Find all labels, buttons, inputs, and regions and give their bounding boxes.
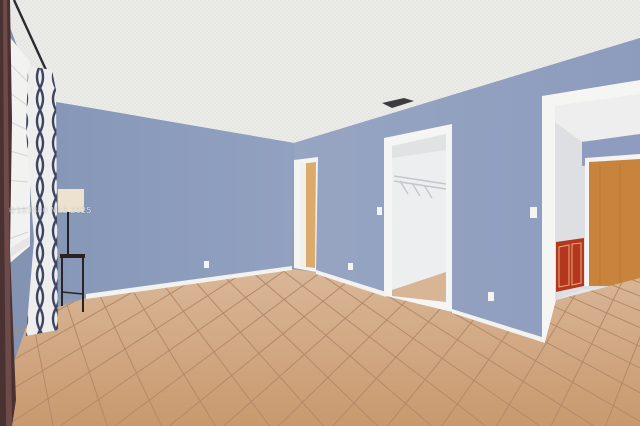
light-switch	[377, 207, 382, 215]
empty-room-photo: ©183840 MLS 2025	[0, 0, 640, 426]
closet-doorway	[384, 124, 452, 312]
photo-watermark: ©183840 MLS 2025	[8, 206, 92, 215]
room-illustration	[0, 0, 640, 426]
wooden-door	[585, 154, 640, 286]
hallway-doorway	[294, 157, 318, 272]
outlet	[488, 292, 494, 301]
outlet	[204, 261, 209, 268]
light-switch	[530, 207, 537, 218]
outlet	[348, 263, 353, 270]
red-cabinet	[556, 238, 584, 292]
